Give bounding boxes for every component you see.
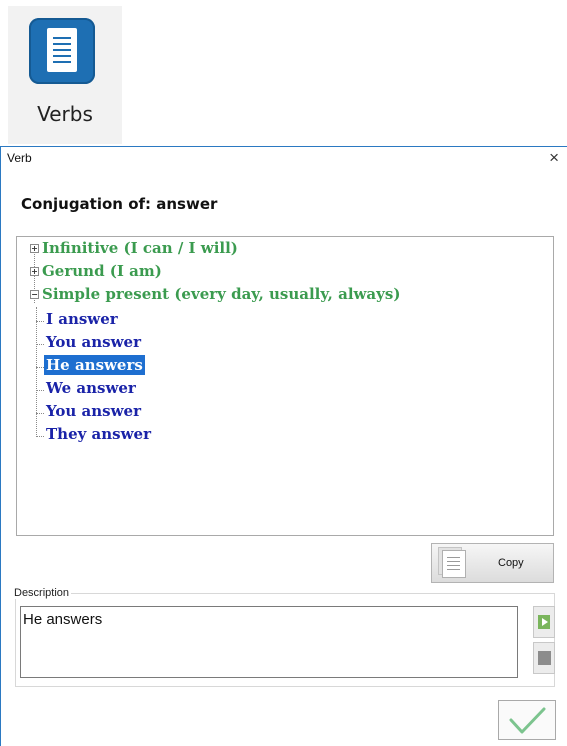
tree-branch: [36, 321, 44, 322]
collapse-minus-icon[interactable]: −: [30, 290, 39, 299]
title-bar: Verb ×: [1, 147, 567, 171]
tree-item[interactable]: They answer: [46, 424, 151, 444]
tree-item[interactable]: You answer: [46, 401, 141, 421]
tree-branch: [36, 367, 44, 368]
expand-plus-icon[interactable]: +: [30, 244, 39, 253]
copy-button-label: Copy: [498, 557, 524, 569]
copy-document-icon: [442, 550, 466, 578]
verb-dialog: Verb × Conjugation of: answer + Infiniti…: [0, 146, 567, 746]
tree-item-selected[interactable]: He answers: [44, 355, 145, 375]
dialog-title: Verb: [7, 151, 32, 165]
tree-item[interactable]: I answer: [46, 309, 118, 329]
copy-button[interactable]: Copy: [431, 543, 554, 583]
stop-icon: [538, 651, 551, 665]
tree-group-infinitive[interactable]: Infinitive (I can / I will): [42, 238, 238, 258]
expand-plus-icon[interactable]: +: [30, 267, 39, 276]
tree-branch: [36, 436, 44, 437]
verbs-label: Verbs: [37, 102, 93, 126]
tree-group-simple-present[interactable]: Simple present (every day, usually, alwa…: [42, 284, 400, 304]
stop-button[interactable]: [533, 642, 555, 674]
conjugation-heading: Conjugation of: answer: [21, 195, 218, 213]
tree-branch: [36, 344, 44, 345]
tree-child-line: [36, 307, 37, 435]
tree-branch: [36, 413, 44, 414]
checkmark-icon: [509, 707, 546, 734]
tree-item[interactable]: You answer: [46, 332, 141, 352]
ok-button[interactable]: [498, 700, 556, 740]
conjugation-tree[interactable]: + Infinitive (I can / I will) + Gerund (…: [16, 236, 554, 536]
document-list-icon: [29, 18, 95, 84]
tree-branch: [36, 390, 44, 391]
play-button[interactable]: [533, 606, 555, 638]
tree-item[interactable]: We answer: [46, 378, 136, 398]
verbs-ribbon-button[interactable]: Verbs: [8, 6, 122, 144]
close-icon[interactable]: ×: [549, 148, 559, 168]
tree-group-gerund[interactable]: Gerund (I am): [42, 261, 162, 281]
play-icon: [538, 615, 550, 629]
description-label: Description: [12, 587, 72, 599]
description-field[interactable]: He answers: [20, 606, 518, 678]
